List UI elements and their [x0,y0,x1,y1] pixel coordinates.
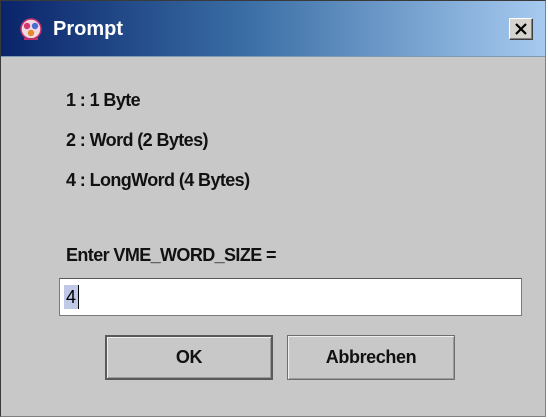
text-caret [78,285,79,309]
option-line-3: 4 : LongWord (4 Bytes) [66,170,250,190]
option-line-1: 1 : 1 Byte [66,90,141,110]
title-bar[interactable]: Prompt [1,1,545,57]
input-selected-text: 4 [64,285,79,309]
option-line-2: 2 : Word (2 Bytes) [66,130,209,150]
dialog-content: 1 : 1 Byte 2 : Word (2 Bytes) 4 : LongWo… [1,57,545,416]
prompt-label: Enter VME_WORD_SIZE = [66,245,277,265]
window-title: Prompt [53,18,123,40]
cancel-button[interactable]: Abbrechen [287,335,455,380]
ok-button[interactable]: OK [105,335,273,380]
close-icon [515,23,527,35]
app-icon [18,17,44,43]
close-button[interactable] [509,18,533,40]
word-size-input[interactable]: 4 [59,278,522,316]
prompt-dialog: Prompt 1 : 1 Byte 2 : Word (2 Bytes) 4 :… [0,0,546,417]
